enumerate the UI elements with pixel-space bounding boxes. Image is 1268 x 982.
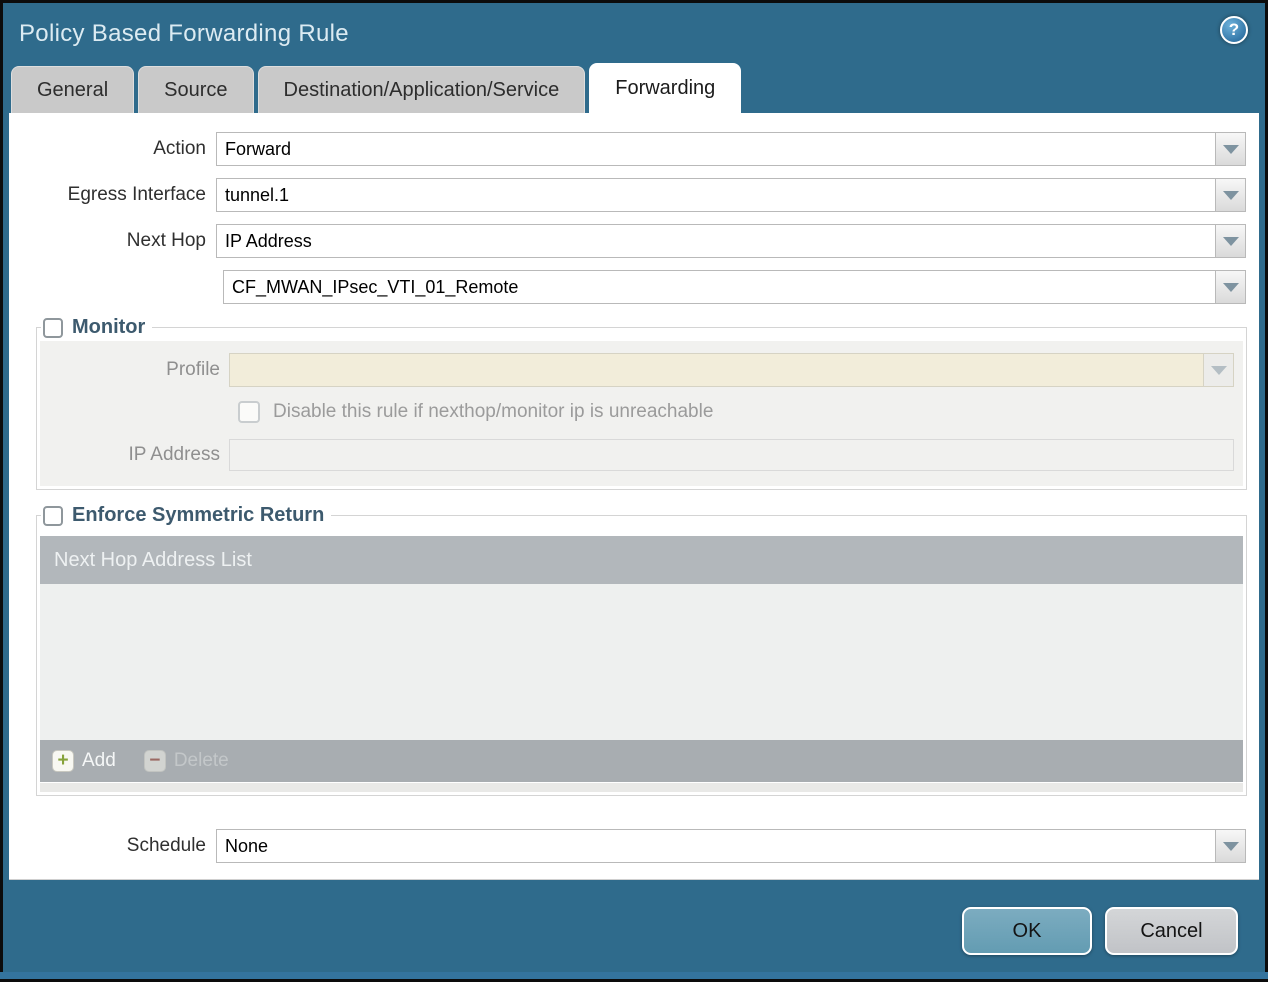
delete-button-disabled: Delete — [143, 750, 229, 772]
next-hop-address-select[interactable]: CF_MWAN_IPsec_VTI_01_Remote — [223, 270, 1246, 304]
disable-rule-label: Disable this rule if nexthop/monitor ip … — [273, 401, 714, 422]
action-label: Action — [153, 138, 206, 159]
table-horizontal-scrollbar[interactable] — [40, 783, 1243, 792]
caret-down-icon — [1222, 144, 1239, 154]
egress-interface-select[interactable]: tunnel.1 — [216, 178, 1246, 212]
table-toolbar: Add Delete — [40, 740, 1243, 782]
monitor-group: Monitor Profile Disable this rule if nex… — [36, 316, 1247, 490]
cancel-button[interactable]: Cancel — [1105, 907, 1238, 955]
next-hop-row: Next Hop IP Address — [9, 224, 1246, 258]
add-button[interactable]: Add — [52, 750, 116, 772]
egress-interface-row: Egress Interface tunnel.1 — [9, 178, 1246, 212]
action-select[interactable]: Forward — [216, 132, 1246, 166]
symmetric-return-checkbox[interactable] — [43, 505, 63, 526]
dialog-titlebar: Policy Based Forwarding Rule — [3, 3, 1265, 65]
action-row: Action Forward — [9, 132, 1246, 166]
monitor-ip-input-disabled — [229, 439, 1234, 471]
symmetric-return-label: Enforce Symmetric Return — [72, 504, 325, 526]
dialog-footer: OK Cancel — [0, 880, 1268, 982]
help-icon[interactable] — [1220, 16, 1248, 44]
egress-interface-label: Egress Interface — [67, 184, 206, 205]
action-dropdown-button[interactable] — [1215, 133, 1245, 165]
monitor-ip-label: IP Address — [128, 444, 220, 465]
monitor-label: Monitor — [72, 316, 146, 338]
next-hop-label: Next Hop — [126, 230, 206, 251]
tab-source[interactable]: Source — [138, 66, 254, 113]
disable-rule-row: Disable this rule if nexthop/monitor ip … — [238, 398, 1234, 426]
schedule-select[interactable]: None — [216, 829, 1246, 863]
monitor-legend: Monitor — [41, 316, 152, 339]
bottom-accent-strip — [0, 972, 1268, 982]
tab-bar: General Source Destination/Application/S… — [3, 63, 1265, 113]
egress-interface-dropdown-button[interactable] — [1215, 179, 1245, 211]
caret-down-icon — [1222, 841, 1239, 851]
pbf-rule-dialog: Policy Based Forwarding Rule General Sou… — [0, 0, 1268, 982]
tab-forwarding[interactable]: Forwarding — [589, 63, 742, 113]
disable-rule-checkbox — [238, 401, 260, 423]
next-hop-type-value: IP Address — [225, 231, 312, 251]
monitor-checkbox[interactable] — [43, 317, 63, 338]
dialog-content: Action Forward Egress Interface tunnel.1… — [9, 113, 1259, 880]
next-hop-address-value: CF_MWAN_IPsec_VTI_01_Remote — [232, 277, 519, 297]
profile-value — [230, 354, 1203, 386]
ok-button[interactable]: OK — [962, 907, 1092, 955]
next-hop-type-dropdown-button[interactable] — [1215, 225, 1245, 257]
next-hop-type-select[interactable]: IP Address — [216, 224, 1246, 258]
schedule-row: Schedule None — [9, 829, 1246, 863]
plus-icon — [52, 750, 74, 772]
schedule-dropdown-button[interactable] — [1215, 830, 1245, 862]
profile-label: Profile — [166, 359, 220, 380]
symmetric-return-legend: Enforce Symmetric Return — [41, 504, 331, 527]
dialog-title: Policy Based Forwarding Rule — [19, 20, 349, 47]
delete-button-label: Delete — [173, 750, 229, 771]
caret-down-icon — [1222, 282, 1239, 292]
egress-interface-value: tunnel.1 — [225, 185, 290, 205]
next-hop-address-list-table: Next Hop Address List Add Delete — [40, 536, 1243, 792]
symmetric-return-group: Enforce Symmetric Return Next Hop Addres… — [36, 504, 1247, 796]
monitor-ip-row: IP Address — [40, 439, 1234, 471]
add-button-label: Add — [82, 750, 116, 771]
caret-down-icon — [1210, 365, 1227, 375]
schedule-label: Schedule — [126, 835, 206, 856]
schedule-value: None — [225, 836, 269, 856]
next-hop-address-dropdown-button[interactable] — [1215, 271, 1245, 303]
tab-destination-application-service[interactable]: Destination/Application/Service — [257, 66, 586, 113]
minus-icon — [143, 750, 166, 772]
caret-down-icon — [1222, 190, 1239, 200]
profile-select-disabled — [229, 353, 1234, 387]
action-value: Forward — [225, 139, 292, 159]
profile-row: Profile — [40, 353, 1234, 387]
tab-general[interactable]: General — [11, 66, 135, 113]
next-hop-address-row: CF_MWAN_IPsec_VTI_01_Remote — [9, 270, 1246, 304]
table-header: Next Hop Address List — [40, 536, 1243, 584]
monitor-panel: Profile Disable this rule if nexthop/mon… — [40, 341, 1243, 486]
table-body-empty[interactable] — [40, 584, 1243, 740]
profile-dropdown-button — [1203, 354, 1233, 386]
caret-down-icon — [1222, 236, 1239, 246]
